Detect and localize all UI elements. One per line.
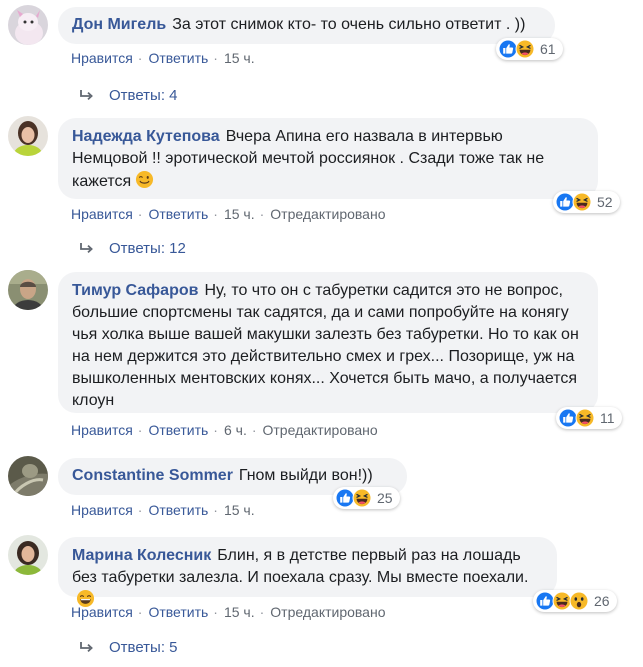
like-button[interactable]: Нравится xyxy=(71,604,133,620)
avatar[interactable] xyxy=(8,456,48,496)
comment-timestamp[interactable]: 15 ч. xyxy=(224,502,255,518)
separator-dot: · xyxy=(137,206,143,222)
comment-timestamp[interactable]: 15 ч. xyxy=(224,50,255,66)
separator-dot: · xyxy=(213,206,218,222)
comment-timestamp[interactable]: 15 ч. xyxy=(224,604,255,620)
reactions-summary[interactable]: 25 xyxy=(333,487,400,509)
like-button[interactable]: Нравится xyxy=(71,206,133,222)
avatar[interactable] xyxy=(8,5,48,45)
reactions-summary[interactable]: 52 xyxy=(553,191,620,213)
reply-arrow-icon xyxy=(79,242,95,256)
separator-dot: · xyxy=(259,206,265,222)
view-replies-link[interactable]: Ответы: 5 xyxy=(79,639,178,656)
reactions-summary[interactable]: 61 xyxy=(496,38,563,60)
haha-reaction-icon xyxy=(352,488,372,508)
comment-author[interactable]: Марина Колесник xyxy=(72,547,211,564)
comment-actions: Нравится · Ответить · 15 ч. xyxy=(71,502,255,518)
like-button[interactable]: Нравится xyxy=(71,50,133,66)
haha-reaction-icon xyxy=(572,192,592,212)
edited-label[interactable]: Отредактировано xyxy=(263,422,378,438)
comment-timestamp[interactable]: 6 ч. xyxy=(224,422,247,438)
comment-text: Гном выйди вон!)) xyxy=(238,467,373,484)
replies-count[interactable]: Ответы: 12 xyxy=(109,240,186,257)
comment-actions: Нравится · Ответить · 15 ч. · Отредактировано xyxy=(71,604,386,620)
like-button[interactable]: Нравится xyxy=(71,422,133,438)
separator-dot: · xyxy=(137,50,143,66)
reactions-summary[interactable]: 11 xyxy=(556,407,622,429)
replies-count[interactable]: Ответы: 4 xyxy=(109,87,178,104)
comment-timestamp[interactable]: 15 ч. xyxy=(224,206,255,222)
view-replies-link[interactable]: Ответы: 4 xyxy=(79,87,178,104)
reaction-count: 61 xyxy=(540,41,556,57)
reactions-summary[interactable]: 26 xyxy=(533,590,617,612)
reply-button[interactable]: Ответить xyxy=(148,502,208,518)
comment-text: За этот снимок кто- то очень сильно отве… xyxy=(172,16,526,33)
avatar[interactable] xyxy=(8,116,48,156)
wink-emoji-icon xyxy=(135,170,154,189)
comment-bubble: Дон Мигель За этот снимок кто- то очень с… xyxy=(58,7,555,44)
separator-dot: · xyxy=(251,422,257,438)
comment-bubble: Марина Колесник Блин, я в детстве первый … xyxy=(58,537,557,597)
separator-dot: · xyxy=(213,604,218,620)
haha-reaction-icon xyxy=(515,39,535,59)
comment-actions: Нравится · Ответить · 6 ч. · Отредактировано xyxy=(71,422,378,438)
separator-dot: · xyxy=(137,604,143,620)
reply-button[interactable]: Ответить xyxy=(148,604,208,620)
comment-bubble: Тимур Сафаров Ну, то что он с табуретки с… xyxy=(58,272,598,413)
reply-arrow-icon xyxy=(79,641,95,655)
separator-dot: · xyxy=(137,502,143,518)
separator-dot: · xyxy=(213,422,218,438)
haha-reaction-icon xyxy=(575,408,595,428)
reply-button[interactable]: Ответить xyxy=(148,422,208,438)
comment-text: Ну, то что он с табуретки садится это не… xyxy=(72,282,579,409)
edited-label[interactable]: Отредактировано xyxy=(270,206,385,222)
reaction-count: 25 xyxy=(377,490,393,506)
comment-author[interactable]: Дон Мигель xyxy=(72,16,166,33)
separator-dot: · xyxy=(259,604,265,620)
avatar[interactable] xyxy=(8,270,48,310)
separator-dot: · xyxy=(213,50,218,66)
reaction-count: 11 xyxy=(600,410,615,426)
wow-reaction-icon xyxy=(569,591,589,611)
comment-author[interactable]: Тимур Сафаров xyxy=(72,282,198,299)
comment-author[interactable]: Надежда Кутепова xyxy=(72,128,220,145)
view-replies-link[interactable]: Ответы: 12 xyxy=(79,240,186,257)
like-button[interactable]: Нравится xyxy=(71,502,133,518)
reaction-count: 52 xyxy=(597,194,613,210)
edited-label[interactable]: Отредактировано xyxy=(270,604,385,620)
reply-button[interactable]: Ответить xyxy=(148,206,208,222)
replies-count[interactable]: Ответы: 5 xyxy=(109,639,178,656)
separator-dot: · xyxy=(213,502,218,518)
avatar[interactable] xyxy=(8,535,48,575)
reply-button[interactable]: Ответить xyxy=(148,50,208,66)
separator-dot: · xyxy=(137,422,143,438)
comment-actions: Нравится · Ответить · 15 ч. xyxy=(71,50,255,66)
comment-actions: Нравится · Ответить · 15 ч. · Отредактировано xyxy=(71,206,386,222)
comment-author[interactable]: Constantine Sommer xyxy=(72,467,233,484)
reaction-count: 26 xyxy=(594,593,610,609)
reply-arrow-icon xyxy=(79,89,95,103)
comment-bubble: Надежда Кутепова Вчера Апина его назвала … xyxy=(58,118,598,199)
